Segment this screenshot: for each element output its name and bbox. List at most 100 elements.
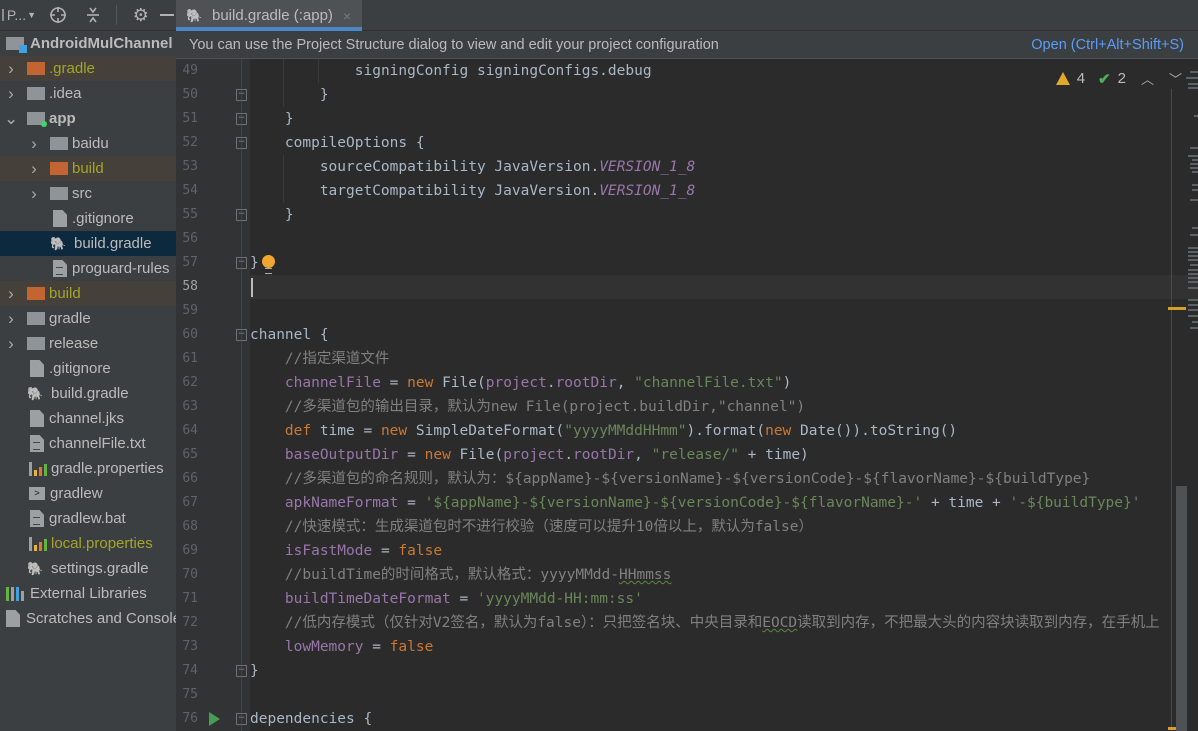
tree-item[interactable]: .gitignore xyxy=(0,206,176,231)
locate-icon[interactable] xyxy=(40,2,75,28)
tree-item[interactable]: gradlew.bat xyxy=(0,506,176,531)
tree-item[interactable]: › release xyxy=(0,331,176,356)
tree-item[interactable]: AndroidMulChannel xyxy=(0,31,176,56)
code-line[interactable]: sourceCompatibility JavaVersion.VERSION_… xyxy=(250,155,1198,179)
chevron-right-icon[interactable]: › xyxy=(27,159,41,179)
previous-highlight-icon[interactable]: ︿ xyxy=(1141,69,1154,88)
tree-item[interactable]: › .idea xyxy=(0,81,176,106)
line-number: 66 xyxy=(182,471,198,486)
code-token: //多渠道包的输出目录，默认为new File(project.buildDir… xyxy=(284,399,806,415)
chevron-right-icon[interactable]: › xyxy=(4,59,18,79)
code-line[interactable]: apkNameFormat = '${appName}-${versionNam… xyxy=(250,491,1198,515)
folder-icon xyxy=(27,87,45,100)
gradle-elephant-icon: 🐘 xyxy=(186,7,203,23)
code-line[interactable] xyxy=(250,683,1198,707)
chevron-right-icon[interactable]: › xyxy=(4,334,18,354)
code-line[interactable]: //多渠道包的输出目录，默认为new File(project.buildDir… xyxy=(250,395,1198,419)
code-line[interactable]: //多渠道包的命名规则，默认为：${appName}-${versionName… xyxy=(250,467,1198,491)
settings-gear-icon[interactable]: ⚙ xyxy=(123,2,158,28)
close-tab-icon[interactable]: × xyxy=(343,8,351,24)
intention-lightbulb-icon[interactable] xyxy=(261,255,275,274)
code-line[interactable]: baseOutputDir = new File(project.rootDir… xyxy=(250,443,1198,467)
chevron-right-icon[interactable]: › xyxy=(4,309,18,329)
run-gutter-icon[interactable] xyxy=(209,712,220,726)
tree-item[interactable]: 🐘 build.gradle xyxy=(0,381,176,406)
tree-item[interactable]: › .gradle xyxy=(0,56,176,81)
chevron-right-icon[interactable]: › xyxy=(27,134,41,154)
warning-stripe-marker[interactable] xyxy=(1168,307,1186,310)
code-line[interactable]: lowMemory = false xyxy=(250,635,1198,659)
code-line[interactable]: //指定渠道文件 xyxy=(250,347,1198,371)
tree-item-label: build xyxy=(49,285,81,302)
tree-item[interactable]: channelFile.txt xyxy=(0,431,176,456)
tree-item[interactable]: 🐘 build.gradle xyxy=(0,231,176,256)
code-text: buildTimeDateFormat = 'yyyyMMdd-HH:mm:ss… xyxy=(285,587,643,611)
tree-item[interactable]: Scratches and Consoles xyxy=(0,606,176,631)
code-line[interactable]: compileOptions { xyxy=(250,131,1198,155)
error-stripe-mark xyxy=(1188,299,1198,301)
inspection-widget[interactable]: 4 ✔ 2 ︿ ﹀ xyxy=(1055,69,1182,88)
code-token: + time) xyxy=(738,447,809,463)
error-stripe[interactable] xyxy=(1186,59,1198,731)
hide-icon[interactable] xyxy=(158,2,176,28)
tree-item[interactable]: ⌄ app xyxy=(0,106,176,131)
chevron-right-icon[interactable]: › xyxy=(4,284,18,304)
line-number: 58 xyxy=(182,279,198,294)
tree-item[interactable]: > gradlew xyxy=(0,481,176,506)
code-line[interactable]: } xyxy=(250,251,1198,275)
tree-item[interactable]: gradle.properties xyxy=(0,456,176,481)
gutter-row: 70 xyxy=(176,563,250,587)
code-line[interactable]: isFastMode = false xyxy=(250,539,1198,563)
code-line[interactable]: } xyxy=(250,107,1198,131)
code-token: targetCompatibility JavaVersion. xyxy=(319,183,600,199)
tree-item[interactable]: 🐘 settings.gradle xyxy=(0,556,176,581)
code-editor[interactable]: 49 50−51−52− 53 54 55− 56 57− 58 59 60− 61 62 63 64 65… xyxy=(176,59,1198,731)
tree-item-label: build xyxy=(72,160,104,177)
code-token: project xyxy=(503,447,565,463)
tree-item[interactable]: proguard-rules xyxy=(0,256,176,281)
code-line[interactable]: channel { xyxy=(250,323,1198,347)
open-project-structure-link[interactable]: Open (Ctrl+Alt+Shift+S) xyxy=(1031,37,1184,53)
code-line[interactable]: def time = new SimpleDateFormat("yyyyMMd… xyxy=(250,419,1198,443)
tree-item[interactable]: › gradle xyxy=(0,306,176,331)
tree-item[interactable]: local.properties xyxy=(0,531,176,556)
chevron-down-icon[interactable]: ⌄ xyxy=(4,109,18,129)
tree-item[interactable]: › src xyxy=(0,181,176,206)
vertical-scrollbar-thumb[interactable] xyxy=(1176,486,1187,731)
code-line[interactable]: buildTimeDateFormat = 'yyyyMMdd-HH:mm:ss… xyxy=(250,587,1198,611)
project-view-selector[interactable]: P... ▼ xyxy=(2,2,36,28)
code-token: //指定渠道文件 xyxy=(284,351,390,367)
code-area[interactable]: signingConfig signingConfigs.debug}} comp… xyxy=(250,59,1198,731)
code-line[interactable]: } xyxy=(250,203,1198,227)
tree-item[interactable]: External Libraries xyxy=(0,581,176,606)
next-highlight-icon[interactable]: ﹀ xyxy=(1169,69,1182,88)
chevron-right-icon[interactable]: › xyxy=(27,184,41,204)
code-line[interactable]: dependencies { xyxy=(250,707,1198,731)
code-token: '${appName}-${versionName}-${versionCode… xyxy=(424,495,923,511)
code-line[interactable] xyxy=(250,299,1198,323)
tree-item[interactable]: .gitignore xyxy=(0,356,176,381)
tab-build-gradle-app[interactable]: 🐘 build.gradle (:app) × xyxy=(176,0,362,31)
code-line[interactable]: //低内存模式（仅针对V2签名，默认为false）：只把签名块、中央目录和EOC… xyxy=(250,611,1198,635)
collapse-all-icon[interactable] xyxy=(75,2,110,28)
code-line[interactable] xyxy=(250,227,1198,251)
code-line[interactable]: targetCompatibility JavaVersion.VERSION_… xyxy=(250,179,1198,203)
tree-item-label: AndroidMulChannel xyxy=(30,35,173,52)
chevron-right-icon[interactable]: › xyxy=(4,84,18,104)
project-tree: AndroidMulChannel › .gradle › .idea ⌄ app › baid… xyxy=(0,31,176,631)
code-line[interactable]: channelFile = new File(project.rootDir, … xyxy=(250,371,1198,395)
tree-item[interactable]: › build xyxy=(0,156,176,181)
project-view-icon xyxy=(2,9,4,21)
code-line[interactable]: //快速模式：生成渠道包时不进行校验（速度可以提升10倍以上，默认为false） xyxy=(250,515,1198,539)
tree-item[interactable]: channel.jks xyxy=(0,406,176,431)
code-line[interactable]: } xyxy=(250,659,1198,683)
code-token: + time + xyxy=(922,495,1010,511)
code-token: dependencies { xyxy=(250,711,373,727)
code-token: = xyxy=(398,495,425,511)
code-line[interactable]: //buildTime的时间格式，默认格式：yyyyMMdd-HHmmss xyxy=(250,563,1198,587)
tree-item[interactable]: › baidu xyxy=(0,131,176,156)
code-token: rootDir xyxy=(573,447,635,463)
tree-item[interactable]: › build xyxy=(0,281,176,306)
code-token: = xyxy=(363,639,390,655)
code-line[interactable] xyxy=(250,275,1198,299)
